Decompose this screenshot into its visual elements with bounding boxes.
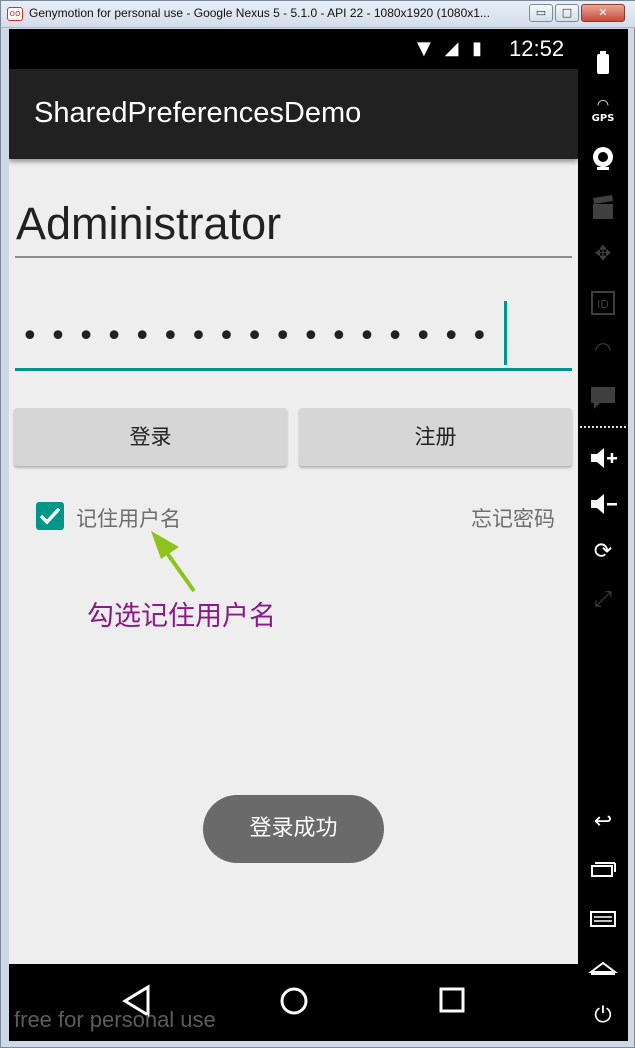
- recents-nav-icon[interactable]: [437, 984, 467, 1018]
- webcam-icon[interactable]: [578, 145, 628, 171]
- password-value: •••••••••••••••••: [21, 319, 499, 354]
- annotation-arrow-icon: [151, 531, 196, 593]
- genymotion-side-panel: ◠ GPS ✥ ID ◠ ⟳ ⤢ ↩ ⏻: [578, 29, 628, 1041]
- window-title: Genymotion for personal use - Google Nex…: [29, 6, 490, 20]
- maximize-button[interactable]: □: [555, 4, 579, 22]
- app-title: SharedPreferencesDemo: [34, 97, 362, 129]
- password-input[interactable]: •••••••••••••••••: [15, 299, 572, 371]
- message-icon[interactable]: [578, 385, 628, 413]
- status-bar: ▼ ◢ ▮ 12:52: [9, 29, 578, 69]
- status-icons: ▼ ◢ ▮: [417, 38, 487, 59]
- volume-up-icon[interactable]: [578, 445, 628, 471]
- remember-username-checkbox[interactable]: [36, 502, 64, 530]
- text-cursor: [504, 301, 507, 365]
- move-icon[interactable]: ✥: [578, 241, 628, 265]
- minimize-button[interactable]: ▭: [529, 4, 553, 22]
- id-icon[interactable]: ID: [578, 290, 628, 316]
- username-value: Administrator: [16, 198, 282, 249]
- watermark: free for personal use: [14, 1007, 216, 1032]
- close-button[interactable]: ✕: [581, 4, 625, 22]
- check-icon: [39, 507, 61, 525]
- gps-icon[interactable]: ◠ GPS: [578, 97, 628, 124]
- menu-icon[interactable]: [578, 909, 628, 929]
- login-button[interactable]: 登录: [14, 408, 287, 466]
- back-icon[interactable]: ↩: [578, 809, 628, 834]
- home-icon[interactable]: [578, 957, 628, 977]
- battery-icon[interactable]: [578, 51, 628, 77]
- recent-apps-icon[interactable]: [578, 859, 628, 879]
- rotate-icon[interactable]: ⟳: [578, 539, 628, 564]
- panel-separator: [580, 426, 626, 428]
- home-nav-icon[interactable]: [279, 984, 309, 1018]
- rss-icon[interactable]: ◠: [578, 337, 628, 361]
- emulator-window: oo Genymotion for personal use - Google …: [0, 0, 635, 1048]
- device-screen: ▼ ◢ ▮ 12:52 SharedPreferencesDemo Admini…: [9, 29, 578, 1041]
- fullscreen-icon[interactable]: ⤢: [578, 587, 628, 612]
- username-input[interactable]: Administrator: [15, 194, 572, 258]
- svg-text:ID: ID: [597, 298, 609, 311]
- power-icon[interactable]: ⏻: [578, 1003, 628, 1028]
- volume-down-icon[interactable]: [578, 491, 628, 517]
- register-button[interactable]: 注册: [299, 408, 572, 466]
- action-bar: SharedPreferencesDemo: [9, 69, 578, 159]
- forgot-password-link[interactable]: 忘记密码: [471, 503, 555, 533]
- window-titlebar[interactable]: oo Genymotion for personal use - Google …: [1, 1, 635, 28]
- annotation-text: 勾选记住用户名: [87, 601, 276, 632]
- status-time: 12:52: [509, 36, 565, 61]
- clapper-icon[interactable]: [578, 195, 628, 221]
- toast-message: 登录成功: [203, 795, 384, 863]
- genymotion-app-icon: oo: [7, 7, 23, 21]
